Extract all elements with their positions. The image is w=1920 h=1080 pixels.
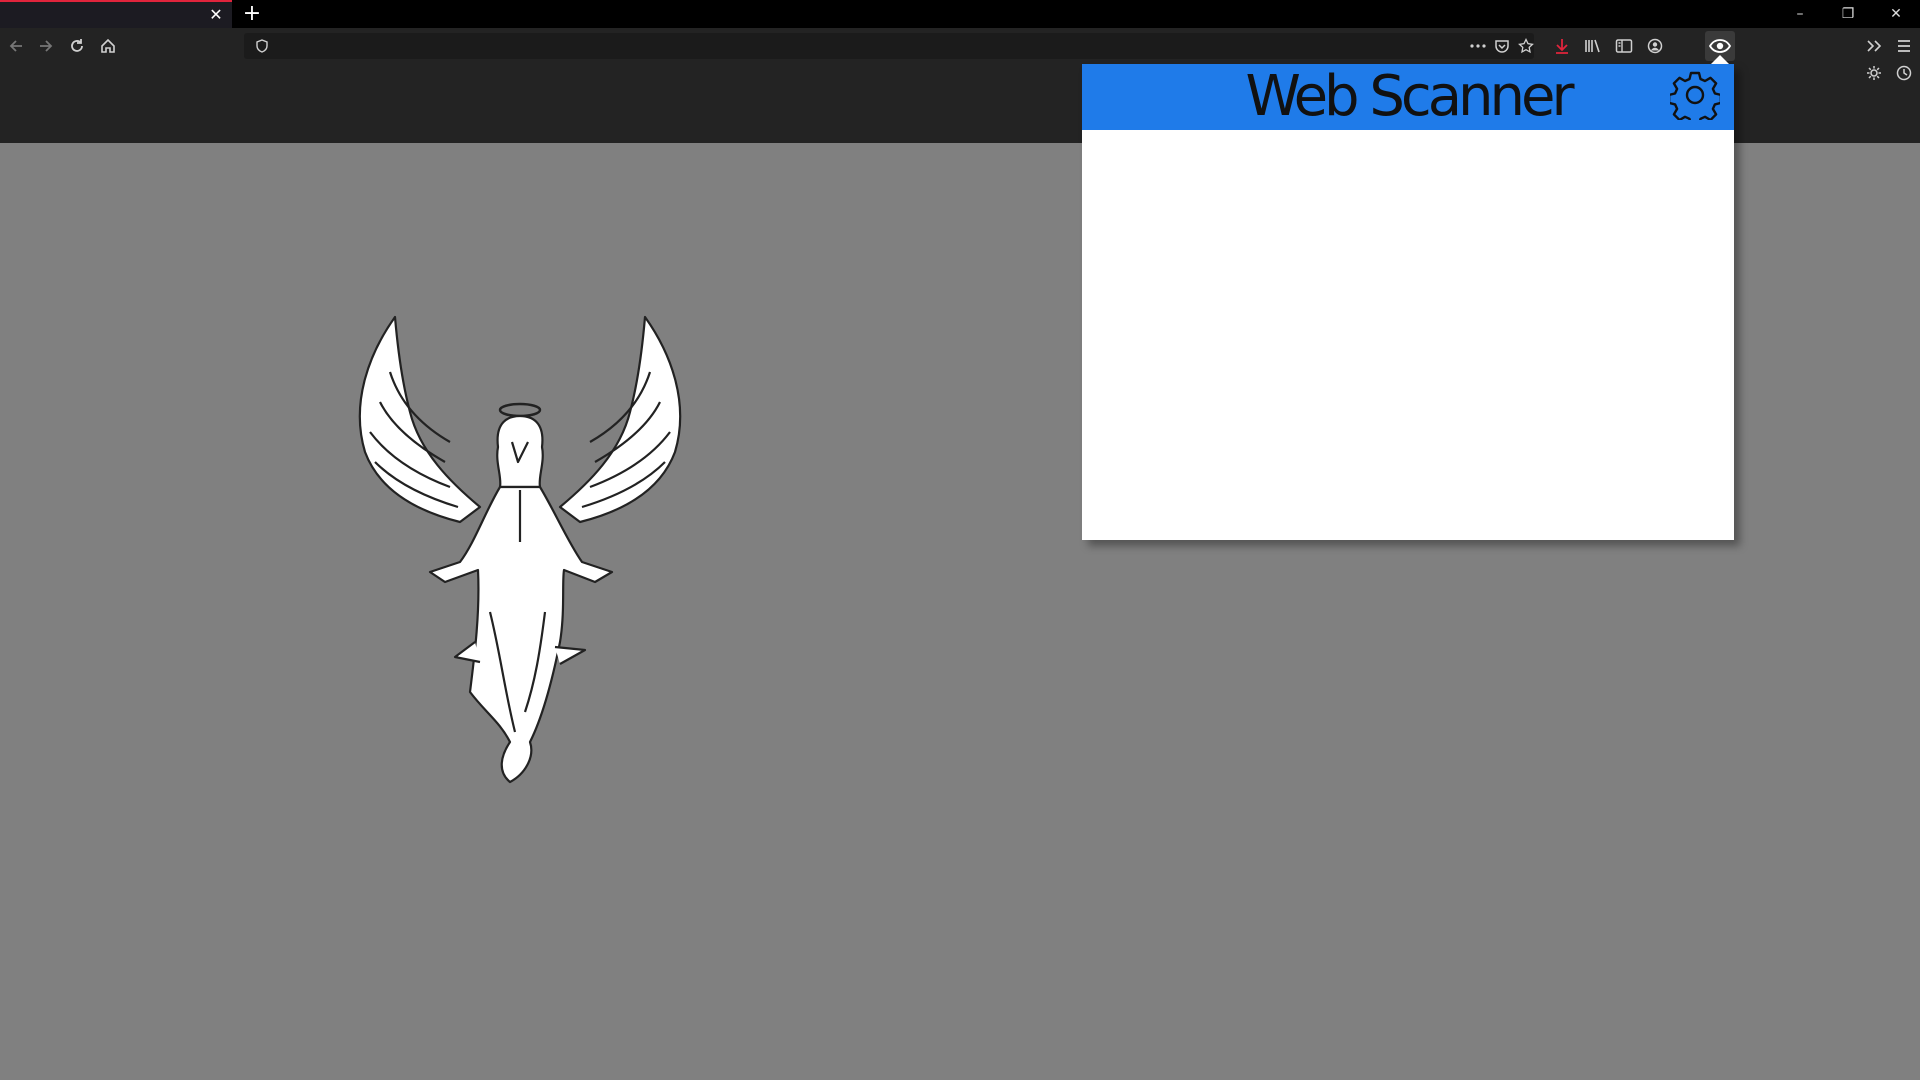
tab-close-button[interactable]: ✕ — [206, 5, 226, 25]
minimize-button[interactable]: – — [1785, 4, 1815, 24]
popup-arrow — [1711, 55, 1729, 64]
angel-illustration — [358, 315, 682, 784]
web-scanner-popup: Web Scanner — [1082, 64, 1734, 540]
more-icon[interactable] — [1466, 34, 1490, 58]
library-icon[interactable] — [1581, 34, 1605, 58]
url-bar[interactable] — [244, 33, 1534, 59]
account-icon[interactable] — [1643, 34, 1667, 58]
settings-sun-icon[interactable] — [1862, 61, 1886, 85]
popup-title: Web Scanner — [1245, 64, 1574, 129]
sidebar-icon[interactable] — [1612, 34, 1636, 58]
popup-body — [1082, 130, 1734, 540]
clock-icon[interactable] — [1892, 61, 1916, 85]
close-window-button[interactable]: ✕ — [1881, 4, 1911, 24]
back-icon[interactable] — [4, 34, 28, 58]
active-tab[interactable]: ✕ — [0, 0, 232, 28]
home-icon[interactable] — [96, 34, 120, 58]
forward-icon[interactable] — [34, 34, 58, 58]
new-tab-button[interactable]: + — [240, 2, 264, 26]
gear-icon[interactable] — [1667, 70, 1723, 126]
reload-icon[interactable] — [65, 34, 89, 58]
restore-button[interactable]: ❐ — [1833, 4, 1863, 24]
pocket-icon[interactable] — [1490, 34, 1514, 58]
title-bar: ✕ + – ❐ ✕ — [0, 0, 1920, 28]
overflow-icon[interactable] — [1862, 34, 1886, 58]
star-icon[interactable] — [1514, 34, 1538, 58]
menu-icon[interactable] — [1892, 34, 1916, 58]
shield-icon[interactable] — [250, 34, 274, 58]
popup-header: Web Scanner — [1082, 64, 1734, 130]
download-icon[interactable] — [1550, 34, 1574, 58]
